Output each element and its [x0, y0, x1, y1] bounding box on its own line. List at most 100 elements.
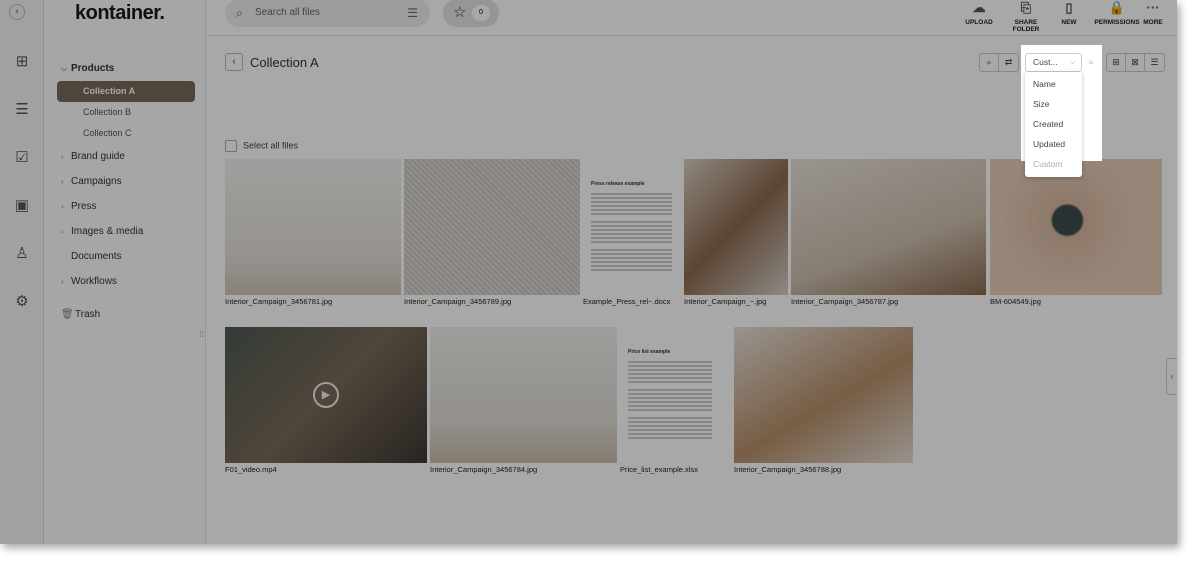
- sidebar-item-label: Brand guide: [71, 151, 125, 162]
- chevron-right-icon: ›: [61, 152, 64, 161]
- file-name: Interior_Campaign_~.jpg: [684, 297, 767, 306]
- file-thumbnail[interactable]: [990, 159, 1162, 295]
- file-tile[interactable]: ▶ F01_video.mp4: [225, 327, 427, 474]
- back-button[interactable]: ‹: [225, 53, 243, 71]
- folder-nav: ⌵ Products Collection A Collection B Coll…: [57, 56, 195, 327]
- file-tile[interactable]: Interior_Campaign_~.jpg: [684, 159, 788, 306]
- approval-icon[interactable]: ☑: [10, 146, 34, 170]
- chevron-right-icon: ›: [61, 202, 64, 211]
- file-tile[interactable]: Interior_Campaign_3456788.jpg: [734, 327, 913, 474]
- search-placeholder: Search all files: [255, 7, 321, 18]
- app-window: ‹ ⊞ ☰ ☑ ▣ ♙ ⚙ kontainer. ⌵ Products Colle…: [0, 0, 1177, 544]
- sidebar-item-collection-b[interactable]: Collection B: [57, 102, 195, 123]
- new-button[interactable]: ▯ NEW: [1059, 0, 1079, 26]
- resize-handle[interactable]: ⁞⁞: [200, 330, 204, 339]
- swap-icon[interactable]: ⇄: [999, 54, 1018, 71]
- file-tile[interactable]: Press release example Example_Press_rel~.…: [583, 159, 680, 306]
- file-thumbnail[interactable]: Press release example: [583, 159, 680, 295]
- upload-button[interactable]: ☁ UPLOAD: [964, 0, 994, 26]
- right-panel-toggle[interactable]: ‹: [1166, 358, 1177, 395]
- collapse-icon[interactable]: ‹: [9, 4, 25, 20]
- file-thumbnail[interactable]: [404, 159, 580, 295]
- permissions-button[interactable]: 🔒 PERMISSIONS: [1093, 0, 1141, 26]
- file-tile[interactable]: Interior_Campaign_3456787.jpg: [791, 159, 986, 306]
- file-tile[interactable]: Interior_Campaign_3456789.jpg: [404, 159, 580, 306]
- select-all-checkbox[interactable]: [225, 140, 237, 152]
- file-name: Interior_Campaign_3456787.jpg: [791, 297, 899, 306]
- lock-icon: 🔒: [1108, 0, 1126, 15]
- share-folder-icon: ⎘: [1020, 0, 1032, 15]
- sidebar-item-press[interactable]: › Press: [57, 194, 195, 219]
- grid-icon[interactable]: ⊞: [10, 50, 34, 74]
- sidebar-item-label: Press: [71, 201, 97, 212]
- sidebar-item-products[interactable]: ⌵ Products: [57, 56, 195, 81]
- file-tile[interactable]: Interior_Campaign_3456781.jpg: [225, 159, 401, 306]
- list-icon[interactable]: ☰: [10, 98, 34, 122]
- sidebar: kontainer. ⌵ Products Collection A Collec…: [45, 0, 206, 544]
- file-name: F01_video.mp4: [225, 465, 277, 474]
- sidebar-item-brand-guide[interactable]: › Brand guide: [57, 144, 195, 169]
- sort-direction-icon[interactable]: ≡: [1084, 53, 1098, 72]
- more-button[interactable]: ··· MORE: [1142, 0, 1164, 26]
- sidebar-item-workflows[interactable]: › Workflows: [57, 269, 195, 294]
- sidebar-item-images-media[interactable]: › Images & media: [57, 219, 195, 244]
- sort-option-name[interactable]: Name: [1025, 76, 1082, 96]
- briefcase-icon[interactable]: ▣: [10, 194, 34, 218]
- sort-select[interactable]: Cust... ⌵: [1025, 53, 1082, 72]
- sort-option-size[interactable]: Size: [1025, 96, 1082, 116]
- file-thumbnail[interactable]: ▶: [225, 327, 427, 463]
- sidebar-item-label: Workflows: [71, 276, 117, 287]
- list-view-icon[interactable]: ☰: [1145, 54, 1164, 71]
- search-icon[interactable]: ⌕: [980, 54, 999, 71]
- sort-option-custom[interactable]: Custom: [1025, 156, 1082, 176]
- file-name: Interior_Campaign_3456788.jpg: [734, 465, 842, 474]
- file-thumbnail[interactable]: [734, 327, 913, 463]
- filter-icon[interactable]: ☰: [407, 0, 418, 27]
- sort-option-created[interactable]: Created: [1025, 116, 1082, 136]
- chevron-right-icon: ›: [61, 277, 64, 286]
- file-thumbnail[interactable]: [791, 159, 986, 295]
- file-name: Interior_Campaign_3456789.jpg: [404, 297, 512, 306]
- sidebar-item-trash[interactable]: 🗑Trash: [57, 302, 195, 327]
- user-icon[interactable]: ♙: [10, 242, 34, 266]
- sort-dropdown: Name Size Created Updated Custom: [1025, 72, 1082, 177]
- file-name: Interior_Campaign_3456784.jpg: [430, 465, 538, 474]
- search-icon: ⌕: [236, 6, 243, 20]
- chevron-right-icon: ›: [61, 177, 64, 186]
- play-icon[interactable]: ▶: [313, 382, 339, 408]
- favorites-button[interactable]: ☆ 0: [443, 0, 499, 27]
- share-folder-button[interactable]: ⎘ SHARE FOLDER: [1001, 0, 1051, 33]
- file-thumbnail[interactable]: [225, 159, 401, 295]
- new-file-icon: ▯: [1065, 0, 1073, 15]
- mosaic-view-icon[interactable]: ⊠: [1126, 54, 1145, 71]
- more-icon: ···: [1146, 0, 1160, 15]
- sidebar-item-documents[interactable]: Documents: [57, 244, 195, 269]
- view-toggle: ⊞ ⊠ ☰: [1106, 53, 1165, 72]
- document-title: Price list example: [628, 349, 671, 355]
- settings-icon[interactable]: ⚙: [10, 290, 34, 314]
- file-thumbnail[interactable]: Price list example: [620, 327, 720, 463]
- grid-view-icon[interactable]: ⊞: [1107, 54, 1126, 71]
- trash-icon: 🗑: [61, 309, 74, 320]
- sidebar-item-collection-c[interactable]: Collection C: [57, 123, 195, 144]
- document-title: Press release example: [591, 181, 645, 187]
- file-thumbnail[interactable]: [684, 159, 788, 295]
- sidebar-item-label: Images & media: [71, 226, 144, 237]
- file-tile[interactable]: Interior_Campaign_3456784.jpg: [430, 327, 617, 474]
- chevron-down-icon: ⌵: [1069, 59, 1075, 66]
- file-name: BM-604549.jpg: [990, 297, 1041, 306]
- search-input[interactable]: ⌕ Search all files ☰: [225, 0, 430, 27]
- file-thumbnail[interactable]: [430, 327, 617, 463]
- select-all[interactable]: Select all files: [225, 140, 298, 152]
- chevron-right-icon: ›: [61, 227, 64, 236]
- select-all-label: Select all files: [243, 140, 299, 151]
- top-bar: ⌕ Search all files ☰ ☆ 0 ☁ UPLOAD ⎘ SHARE FOL…: [207, 0, 1177, 36]
- sidebar-item-campaigns[interactable]: › Campaigns: [57, 169, 195, 194]
- sort-option-updated[interactable]: Updated: [1025, 136, 1082, 156]
- sidebar-item-collection-a[interactable]: Collection A: [57, 81, 195, 102]
- file-tile[interactable]: Price list example Price_list_example.xls…: [620, 327, 720, 474]
- cloud-upload-icon: ☁: [972, 0, 986, 15]
- file-name: Example_Press_rel~.docx: [583, 297, 671, 306]
- file-tile[interactable]: BM-604549.jpg: [990, 159, 1162, 306]
- chevron-down-icon: ⌵: [61, 64, 68, 73]
